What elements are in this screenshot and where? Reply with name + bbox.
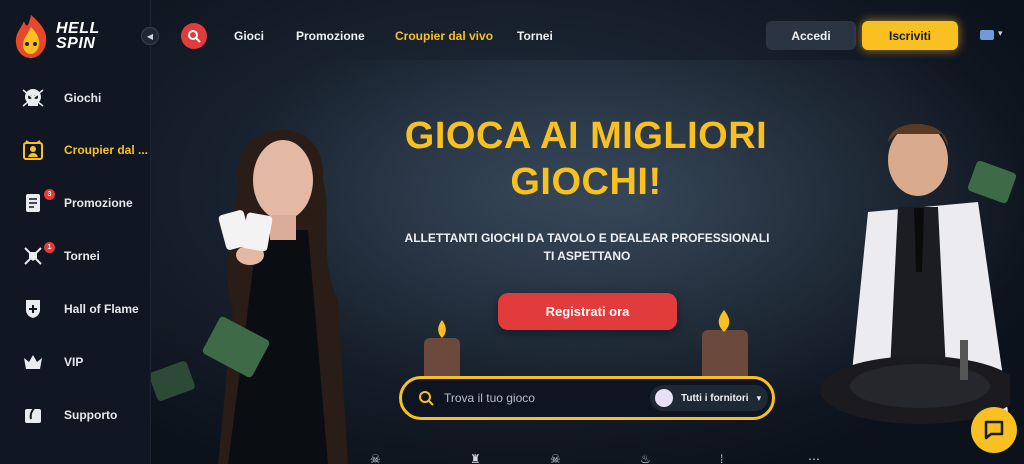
chat-icon	[984, 420, 1004, 440]
sidebar-item-label: Giochi	[64, 91, 102, 105]
nav-link-gioci[interactable]: Gioci	[234, 29, 264, 43]
sidebar: HELL SPIN Giochi Croupier dal ... 3 Prom…	[0, 0, 151, 464]
live-chat-button[interactable]	[971, 407, 1017, 453]
tournament-count-badge: 1	[44, 242, 55, 253]
category-icon[interactable]: ♜	[470, 452, 481, 464]
dealer-icon	[20, 137, 46, 163]
top-navigation: Gioci Promozione Croupier dal vivo Torne…	[151, 0, 1024, 70]
sidebar-item-giochi[interactable]: Giochi	[0, 73, 151, 123]
chevron-down-icon: ▾	[756, 392, 762, 403]
nav-link-promozione[interactable]: Promozione	[296, 29, 365, 43]
category-icon[interactable]: ♨	[640, 452, 651, 464]
sidebar-item-label: VIP	[64, 355, 84, 369]
shield-icon	[20, 296, 46, 322]
category-icon[interactable]: ☠	[370, 452, 381, 464]
category-icon[interactable]: ☠	[550, 452, 561, 464]
search-icon	[188, 30, 201, 43]
swords-icon	[20, 243, 46, 269]
brand-name: HELL SPIN	[56, 20, 100, 52]
sidebar-item-label: Tornei	[64, 249, 100, 263]
nav-link-tornei[interactable]: Tornei	[517, 29, 553, 43]
skull-icon	[20, 85, 46, 111]
search-icon	[419, 391, 434, 406]
register-now-button[interactable]: Registrati ora	[498, 293, 677, 330]
sidebar-item-croupier[interactable]: Croupier dal ...	[0, 125, 151, 175]
hero-title: GIOCA AI MIGLIORI GIOCHI!	[404, 115, 768, 203]
chevron-down-icon[interactable]: ▾	[998, 28, 1003, 39]
hero-subtitle: ALLETTANTI GIOCHI DA TAVOLO E DEALEAR PR…	[404, 231, 770, 263]
flame-logo-icon	[15, 15, 47, 58]
sidebar-item-label: Croupier dal ...	[64, 143, 149, 157]
category-icon[interactable]: ⁞	[720, 452, 723, 464]
sidebar-item-vip[interactable]: VIP	[0, 337, 151, 387]
sidebar-item-label: Supporto	[64, 408, 118, 422]
sidebar-item-promozione[interactable]: 3 Promozione	[0, 178, 151, 228]
language-flag-icon[interactable]	[980, 30, 994, 40]
sidebar-item-supporto[interactable]: Supporto	[0, 390, 151, 440]
scroll-icon	[20, 190, 46, 216]
providers-dropdown[interactable]: Tutti i fornitori ▾	[650, 385, 768, 411]
nav-link-croupier[interactable]: Croupier dal vivo	[395, 29, 493, 43]
search-button[interactable]	[181, 23, 207, 49]
sidebar-item-tornei[interactable]: 1 Tornei	[0, 231, 151, 281]
promo-count-badge: 3	[44, 189, 55, 200]
sidebar-item-label: Promozione	[64, 196, 133, 210]
page: HELL SPIN Giochi Croupier dal ... 3 Prom…	[0, 0, 1024, 464]
sidebar-item-label: Hall of Flame	[64, 302, 139, 316]
brand-logo[interactable]: HELL SPIN	[12, 10, 132, 62]
category-icon[interactable]: ⋯	[808, 452, 820, 464]
feather-icon	[20, 402, 46, 428]
sidebar-collapse-button[interactable]: ◀	[141, 27, 159, 45]
crown-icon	[20, 349, 46, 375]
login-button[interactable]: Accedi	[766, 21, 856, 50]
game-search-bar: Tutti i fornitori ▾	[399, 376, 775, 420]
signup-button[interactable]: Iscriviti	[862, 21, 958, 50]
game-search-input[interactable]	[444, 385, 644, 411]
providers-label: Tutti i fornitori	[681, 392, 749, 404]
female-dealer-image	[218, 130, 348, 464]
sidebar-item-hall-of-flame[interactable]: Hall of Flame	[0, 284, 151, 334]
providers-icon	[655, 389, 673, 407]
